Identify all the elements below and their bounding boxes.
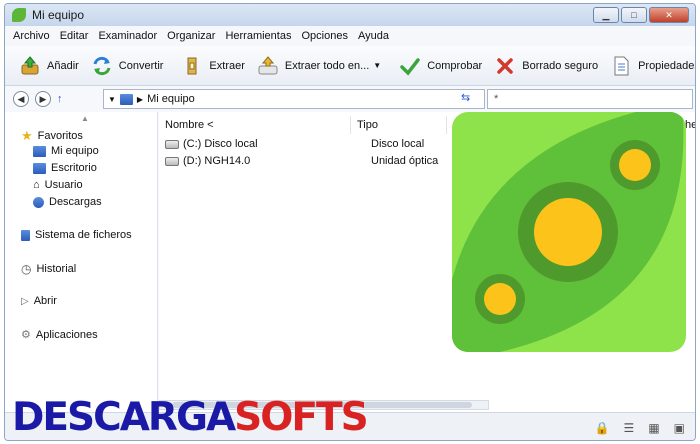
search-input[interactable]: * xyxy=(487,89,693,109)
filesystem-icon xyxy=(21,229,30,241)
sidebar-item-label: Usuario xyxy=(44,179,83,191)
sidebar-item-descargas[interactable]: Descargas xyxy=(33,196,102,208)
apps-gear-icon: ⚙ xyxy=(21,329,31,341)
column-header-name[interactable]: Nombre < xyxy=(159,116,351,134)
watermark-part-1: DESCARGA xyxy=(12,394,236,440)
add-label: Añadir xyxy=(47,59,79,72)
menu-herramientas[interactable]: Herramientas xyxy=(225,30,291,42)
path-dropdown-icon[interactable]: ▼ xyxy=(108,95,116,104)
breadcrumb-chevron-icon: ▶ xyxy=(136,94,144,104)
peazip-app-icon xyxy=(12,8,26,22)
table-row[interactable]: (C:) Disco local Disco local xyxy=(165,136,424,152)
sidebar-item-label: Mi equipo xyxy=(51,145,99,157)
forward-button[interactable]: ▶ xyxy=(35,91,51,107)
window-title: Mi equipo xyxy=(32,8,85,22)
convert-label: Convertir xyxy=(118,59,164,72)
properties-button[interactable]: Propiedades ▼ xyxy=(604,50,696,82)
peazip-logo-icon xyxy=(452,112,686,352)
checkmark-icon xyxy=(399,55,421,77)
row-type: Disco local xyxy=(371,138,425,150)
maximize-button[interactable]: □ xyxy=(621,7,647,23)
home-icon: ⌂ xyxy=(33,179,40,191)
path-text: Mi equipo xyxy=(147,93,195,105)
test-label: Comprobar xyxy=(427,59,483,72)
sidebar-item-filesystem[interactable]: Sistema de ficheros xyxy=(21,229,132,241)
sidebar-item-label: Descargas xyxy=(49,196,102,208)
sidebar-item-open[interactable]: ▷ Abrir xyxy=(21,295,57,307)
clock-icon: ◷ xyxy=(21,262,32,276)
sidebar-item-apps[interactable]: ⚙ Aplicaciones xyxy=(21,328,98,342)
add-archive-icon xyxy=(19,55,41,77)
menu-ayuda[interactable]: Ayuda xyxy=(358,30,389,42)
collapse-arrow-icon[interactable]: ▲ xyxy=(81,114,89,123)
delete-x-icon xyxy=(494,55,516,77)
icons-view-icon[interactable]: ▦ xyxy=(648,421,659,435)
properties-document-icon xyxy=(610,55,632,77)
sidebar-item-history[interactable]: ◷ Historial xyxy=(21,262,76,276)
menu-archivo[interactable]: Archivo xyxy=(13,30,50,42)
test-button[interactable]: Comprobar xyxy=(393,50,488,82)
back-button[interactable]: ◀ xyxy=(13,91,29,107)
sidebar-item-label: Historial xyxy=(36,263,77,275)
path-field[interactable]: ▼ ▶ Mi equipo xyxy=(103,89,485,109)
optical-drive-icon xyxy=(165,156,179,166)
menu-editar[interactable]: Editar xyxy=(60,30,89,42)
extract-all-icon xyxy=(257,55,279,77)
sidebar-item-escritorio[interactable]: Escritorio xyxy=(33,162,97,174)
toolbar: Añadir Convertir Extraer Extraer todo en… xyxy=(5,46,695,86)
star-icon: ★ xyxy=(21,128,33,143)
properties-label: Propiedades xyxy=(638,59,696,72)
extract-icon xyxy=(181,55,203,77)
menu-examinador[interactable]: Examinador xyxy=(98,30,157,42)
column-header-type[interactable]: Tipo xyxy=(351,116,447,134)
view-controls: 🔒 ☰ ▦ ▣ xyxy=(595,421,685,435)
table-row[interactable]: (D:) NGH14.0 Unidad óptica xyxy=(165,153,438,169)
extract-all-button[interactable]: Extraer todo en... ▼ xyxy=(251,50,387,82)
extract-all-label: Extraer todo en... xyxy=(284,59,370,72)
add-button[interactable]: Añadir xyxy=(13,50,85,82)
extract-label: Extraer xyxy=(209,59,245,72)
sidebar-item-label: Escritorio xyxy=(51,162,97,174)
sidebar: ▲ ★ Favoritos Mi equipo Escritorio ⌂ Usu… xyxy=(5,112,158,412)
lock-icon[interactable]: 🔒 xyxy=(595,421,610,435)
menu-organizar[interactable]: Organizar xyxy=(167,30,215,42)
menu-bar: Archivo Editar Examinador Organizar Herr… xyxy=(5,26,695,46)
thumbnail-view-icon[interactable]: ▣ xyxy=(674,421,685,435)
favorites-label: Favoritos xyxy=(37,130,83,142)
window-controls: ▁ □ ✕ xyxy=(593,7,689,23)
downloads-icon xyxy=(33,196,44,208)
up-arrow-icon[interactable]: ↑ xyxy=(57,93,63,105)
watermark-part-2: SOFTS xyxy=(234,394,369,440)
convert-button[interactable]: Convertir xyxy=(85,50,170,82)
title-bar: Mi equipo ▁ □ ✕ xyxy=(5,4,695,26)
sidebar-item-label: Aplicaciones xyxy=(35,328,98,341)
row-name: (D:) NGH14.0 xyxy=(183,155,251,167)
row-type: Unidad óptica xyxy=(371,155,439,167)
convert-icon xyxy=(91,55,113,77)
extract-button[interactable]: Extraer xyxy=(175,50,250,82)
secure-delete-button[interactable]: Borrado seguro xyxy=(488,50,604,82)
computer-icon xyxy=(33,145,46,157)
details-view-icon[interactable]: ☰ xyxy=(624,421,635,435)
row-name: (C:) Disco local xyxy=(183,138,258,150)
sidebar-item-favorites[interactable]: ★ Favoritos xyxy=(21,128,83,144)
play-arrow-icon: ▷ xyxy=(21,295,29,307)
sidebar-item-label: Sistema de ficheros xyxy=(35,229,132,241)
extract-all-dropdown-icon[interactable]: ▼ xyxy=(373,61,381,70)
sidebar-item-label: Abrir xyxy=(33,295,57,307)
address-bar: ◀ ▶ ↑ ▼ ▶ Mi equipo ⇆ * xyxy=(5,88,695,110)
minimize-button[interactable]: ▁ xyxy=(593,7,619,23)
hard-drive-icon xyxy=(165,139,179,149)
refresh-icon[interactable]: ⇆ xyxy=(461,91,470,104)
computer-icon xyxy=(119,93,133,105)
descargasofts-watermark: DESCARGA SOFTS xyxy=(12,392,369,442)
menu-opciones[interactable]: Opciones xyxy=(301,30,347,42)
desktop-icon xyxy=(33,162,46,174)
sidebar-item-usuario[interactable]: ⌂ Usuario xyxy=(33,179,83,191)
sidebar-item-mi-equipo[interactable]: Mi equipo xyxy=(33,145,99,157)
secure-delete-label: Borrado seguro xyxy=(522,59,599,72)
close-button[interactable]: ✕ xyxy=(649,7,689,23)
